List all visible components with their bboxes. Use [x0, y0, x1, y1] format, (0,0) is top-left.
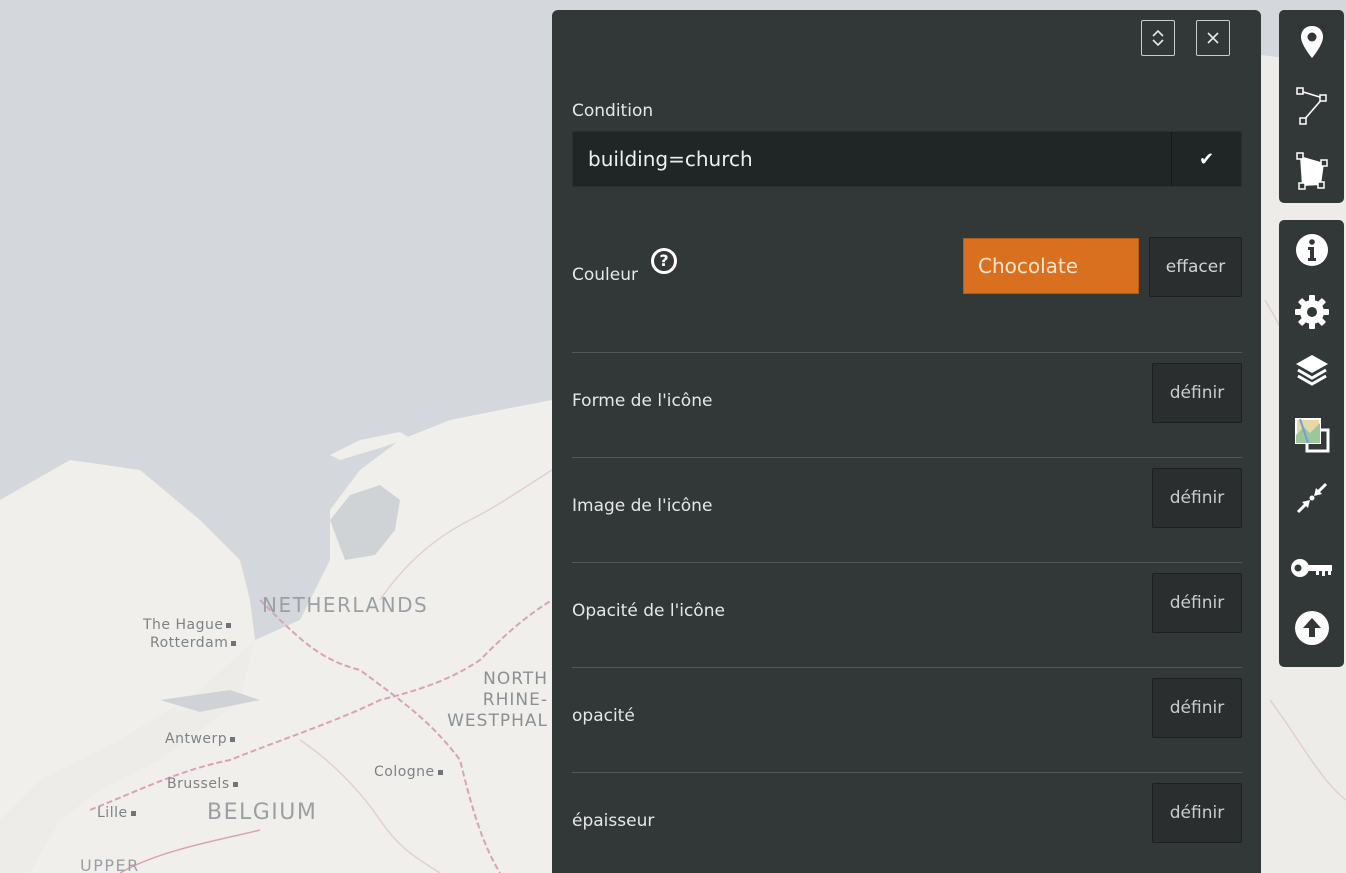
map-label-rotterdam: Rotterdam — [150, 635, 237, 651]
map-label-cologne: Cologne — [374, 764, 443, 780]
draw-polygon-button[interactable] — [1279, 143, 1344, 199]
collapse-arrows-icon — [1296, 482, 1327, 514]
map-label-the-hague: The Hague — [143, 617, 232, 633]
help-icon[interactable]: ? — [651, 248, 677, 274]
property-label: Forme de l'icône — [572, 391, 713, 411]
define-icon-image-button[interactable]: définir — [1152, 468, 1242, 528]
settings-button[interactable] — [1279, 284, 1344, 340]
tools-toolbar — [1279, 220, 1344, 667]
clear-color-button[interactable]: effacer — [1149, 237, 1242, 297]
permissions-button[interactable] — [1279, 542, 1344, 598]
property-row-opacity: opacité définir — [572, 667, 1242, 772]
change-tilelayer-button[interactable] — [1279, 407, 1344, 463]
upload-button[interactable] — [1279, 600, 1344, 656]
marker-icon — [1300, 26, 1323, 58]
property-row-icon-opacity: Opacité de l'icône définir — [572, 562, 1242, 667]
property-row-weight: épaisseur définir — [572, 772, 1242, 873]
draw-marker-button[interactable] — [1279, 14, 1344, 70]
expand-panel-button[interactable] — [1141, 20, 1175, 56]
color-value-input[interactable]: Chocolate — [963, 238, 1139, 294]
map-label-brussels: Brussels — [167, 776, 238, 792]
define-icon-opacity-button[interactable]: définir — [1152, 573, 1242, 633]
checkmark-icon: ✔ — [1198, 148, 1215, 170]
close-icon — [1207, 32, 1219, 44]
map-label-netherlands: NETHERLANDS — [262, 593, 429, 617]
upload-icon — [1294, 611, 1329, 645]
map-label-antwerp: Antwerp — [165, 731, 236, 747]
layers-icon — [1295, 355, 1328, 386]
draw-toolbar — [1279, 10, 1344, 203]
layers-button[interactable] — [1279, 342, 1344, 398]
tilelayer-icon — [1294, 418, 1329, 453]
draw-polyline-button[interactable] — [1279, 78, 1344, 134]
confirm-condition-button[interactable]: ✔ — [1171, 132, 1241, 186]
close-panel-button[interactable] — [1196, 20, 1230, 56]
property-label: Image de l'icône — [572, 496, 713, 516]
condition-label: Condition — [572, 101, 654, 121]
map-label-lille: Lille — [97, 805, 136, 821]
polyline-icon — [1295, 87, 1327, 125]
info-button[interactable] — [1279, 222, 1344, 278]
property-row-icon-shape: Forme de l'icône définir — [572, 352, 1242, 457]
define-opacity-button[interactable]: définir — [1152, 678, 1242, 738]
key-icon — [1290, 559, 1332, 577]
info-icon — [1295, 234, 1328, 266]
collapse-arrows-button[interactable] — [1279, 470, 1344, 526]
condition-field: ✔ — [572, 131, 1242, 187]
define-weight-button[interactable]: définir — [1152, 783, 1242, 843]
property-label: Opacité de l'icône — [572, 601, 725, 621]
property-row-icon-image: Image de l'icône définir — [572, 457, 1242, 562]
map-label-belgium: BELGIUM — [207, 800, 318, 825]
gear-icon — [1294, 295, 1329, 329]
edit-panel: Condition ✔ Couleur ? Chocolate effacer … — [552, 10, 1261, 873]
expand-icon — [1152, 29, 1164, 47]
condition-input[interactable] — [573, 132, 1171, 186]
map-label-nrw: NORTH RHINE- WESTPHAL — [447, 669, 548, 731]
define-icon-shape-button[interactable]: définir — [1152, 363, 1242, 423]
property-label: épaisseur — [572, 811, 655, 831]
map-label-upper: UPPER — [80, 856, 140, 873]
property-label: opacité — [572, 706, 635, 726]
color-row: Couleur ? Chocolate effacer — [572, 237, 1242, 297]
polygon-icon — [1295, 152, 1328, 190]
color-label: Couleur — [572, 265, 638, 285]
